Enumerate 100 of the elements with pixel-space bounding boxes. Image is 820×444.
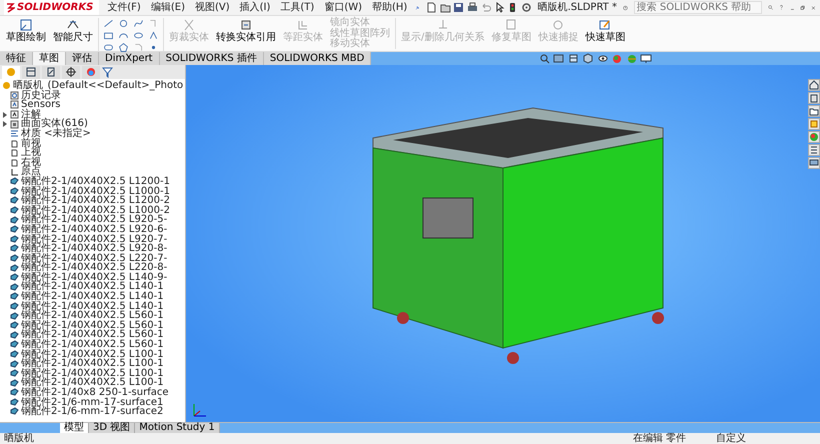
search-field[interactable]: 搜索 SOLIDWORKS 帮助 <box>634 1 762 14</box>
text-icon[interactable] <box>148 30 159 41</box>
part-icon <box>2 81 11 90</box>
command-tab[interactable]: 评估 <box>66 52 99 65</box>
tree-item[interactable]: 钢配件2-1/40X40X2.5 L1000-2 <box>21 206 170 216</box>
polygon-icon[interactable] <box>118 42 129 53</box>
ribbon-button[interactable]: 快速草图 <box>583 18 628 43</box>
expand-arrow-icon[interactable] <box>2 121 8 128</box>
model-tab[interactable]: Motion Study 1 <box>135 423 220 433</box>
command-tab[interactable]: DimXpert <box>99 52 160 65</box>
status-document: 晒版机 <box>4 434 34 444</box>
origin-icon <box>10 168 19 177</box>
tree-item[interactable]: 历史记录 <box>21 90 61 100</box>
palette-icon <box>809 119 819 129</box>
appearance-ball-icon <box>809 132 819 142</box>
panel-tab[interactable] <box>22 66 40 78</box>
tree-item[interactable]: 钢配件2-1/40X40X2.5 L560-1 <box>21 320 164 330</box>
command-tab[interactable]: SOLIDWORKS MBD <box>264 52 372 65</box>
open-folder-icon[interactable] <box>440 2 451 13</box>
tree-item[interactable]: 钢配件2-1/40X40X2.5 L560-1 <box>21 340 164 350</box>
tree-item[interactable]: 钢配件2-1/40X40X2.5 L920-5- <box>21 215 168 225</box>
tree-item[interactable]: 材质 <未指定> <box>21 128 91 139</box>
tree-item[interactable]: 上视 <box>21 148 41 158</box>
tree-item[interactable]: 钢配件2-1/6-mm-17-surface2 <box>21 407 164 417</box>
tree-item[interactable]: 钢配件2-1/40X40X2.5 L920-6- <box>21 224 168 234</box>
tree-root[interactable]: 晒版机 <box>13 81 43 91</box>
line-icon[interactable] <box>103 18 114 29</box>
slot-icon[interactable] <box>103 42 114 53</box>
crosshair-icon <box>65 66 77 78</box>
print-icon[interactable] <box>466 2 478 13</box>
display-icon <box>85 66 97 78</box>
tree-item[interactable]: 钢配件2-1/40X40X2.5 L1200-2 <box>21 196 170 206</box>
cursor-icon[interactable] <box>494 2 505 13</box>
tree-item[interactable]: 钢配件2-1/40X40X2.5 L140-1 <box>21 282 164 292</box>
menu-item[interactable]: 插入(I) <box>238 0 272 14</box>
rectangle-icon[interactable] <box>103 30 114 41</box>
task-pane-button[interactable] <box>808 79 820 91</box>
model-tab[interactable]: 模型 <box>60 423 89 433</box>
tree-item[interactable]: 钢配件2-1/40X40X2.5 L100-1 <box>21 359 164 369</box>
tree-item[interactable]: 钢配件2-1/40x8 250-1-surface <box>21 388 169 398</box>
annotation-icon <box>10 110 19 120</box>
menu-item[interactable]: 工具(T) <box>278 0 316 14</box>
zoom-icon[interactable] <box>538 53 551 64</box>
command-tab[interactable]: 特征 <box>0 52 33 65</box>
ribbon-button[interactable]: 智能尺寸 <box>51 18 95 43</box>
menu-item[interactable]: 窗口(W) <box>322 0 364 14</box>
tree-item[interactable]: 原点 <box>21 167 41 177</box>
options-icon[interactable] <box>520 2 532 13</box>
tree-item[interactable]: 钢配件2-1/40X40X2.5 L220-8- <box>21 263 168 273</box>
ellipse-icon[interactable] <box>133 30 144 41</box>
section-view-icon[interactable] <box>568 53 580 64</box>
tree-item[interactable]: Sensors <box>21 100 60 110</box>
tree-item[interactable]: 曲面实体(616) <box>21 119 88 129</box>
parts-icon <box>809 93 819 103</box>
units-selector[interactable]: 自定义 <box>716 434 746 444</box>
command-tab[interactable]: 草图 <box>33 52 66 65</box>
menu-item[interactable]: 文件(F) <box>105 0 143 14</box>
eye-icon[interactable] <box>596 53 609 64</box>
ribbon-button[interactable]: 草图绘制 <box>4 18 48 43</box>
menu-item[interactable]: 帮助(H) <box>370 0 410 14</box>
tree-item[interactable]: 钢配件2-1/40X40X2.5 L560-1 <box>21 330 164 340</box>
ribbon-button[interactable]: 转换实体引用 <box>214 18 278 43</box>
tree-item[interactable]: 钢配件2-1/40X40X2.5 L100-1 <box>21 350 164 360</box>
tree-item[interactable]: 钢配件2-1/40X40X2.5 L100-1 <box>21 368 164 378</box>
task-pane-button[interactable] <box>808 105 820 117</box>
tree-item[interactable]: 钢配件2-1/40X40X2.5 L920-7- <box>21 234 168 244</box>
tree-item[interactable]: 钢配件2-1/40X40X2.5 L140-1 <box>21 292 164 302</box>
circle-icon[interactable] <box>118 18 129 29</box>
tree-item[interactable]: 钢配件2-1/40X40X2.5 L1200-1 <box>21 176 170 187</box>
tree-item[interactable]: 钢配件2-1/6-mm-17-surface1 <box>21 398 164 408</box>
save-icon[interactable] <box>453 2 464 13</box>
sketch-icon <box>19 18 33 32</box>
trim-icon <box>182 18 196 32</box>
menu-item[interactable]: 编辑(E) <box>148 0 187 14</box>
tree-item[interactable]: 钢配件2-1/40X40X2.5 L100-1 <box>21 378 164 388</box>
tree-item[interactable]: 钢配件2-1/40X40X2.5 L140-9- <box>21 272 168 282</box>
tree-item[interactable]: 前视 <box>21 138 41 148</box>
panel-tab[interactable] <box>42 66 60 78</box>
folder-icon <box>809 106 819 116</box>
panel-tab[interactable] <box>62 66 80 78</box>
tree-item[interactable]: 钢配件2-1/40X40X2.5 L560-1 <box>21 311 164 321</box>
task-pane-button[interactable] <box>808 92 820 104</box>
command-tab[interactable]: SOLIDWORKS 插件 <box>160 52 264 65</box>
tree-item[interactable]: 钢配件2-1/40X40X2.5 L920-8- <box>21 244 168 254</box>
tree-item[interactable]: 钢配件2-1/40X40X2.5 L1000-1 <box>21 186 170 196</box>
offset-icon <box>296 18 310 32</box>
tree-item[interactable]: 右视 <box>21 158 41 168</box>
model-tab[interactable]: 3D 视图 <box>89 423 136 433</box>
expand-arrow-icon[interactable] <box>2 112 8 118</box>
feature-tree-icon <box>5 66 17 78</box>
menu-item[interactable]: 视图(V) <box>192 0 232 14</box>
task-pane-button[interactable] <box>808 144 820 156</box>
sensor-icon <box>10 100 19 110</box>
tree-item[interactable]: 注解 <box>21 110 41 120</box>
new-document-icon[interactable] <box>426 2 438 13</box>
tree-item[interactable]: 钢配件2-1/40X40X2.5 L220-7- <box>21 254 168 264</box>
tree-item[interactable]: 钢配件2-1/40X40X2.5 L140-1 <box>21 302 164 312</box>
monitor-icon[interactable] <box>640 53 652 64</box>
spline-icon[interactable] <box>133 18 144 29</box>
history-icon <box>10 90 19 100</box>
